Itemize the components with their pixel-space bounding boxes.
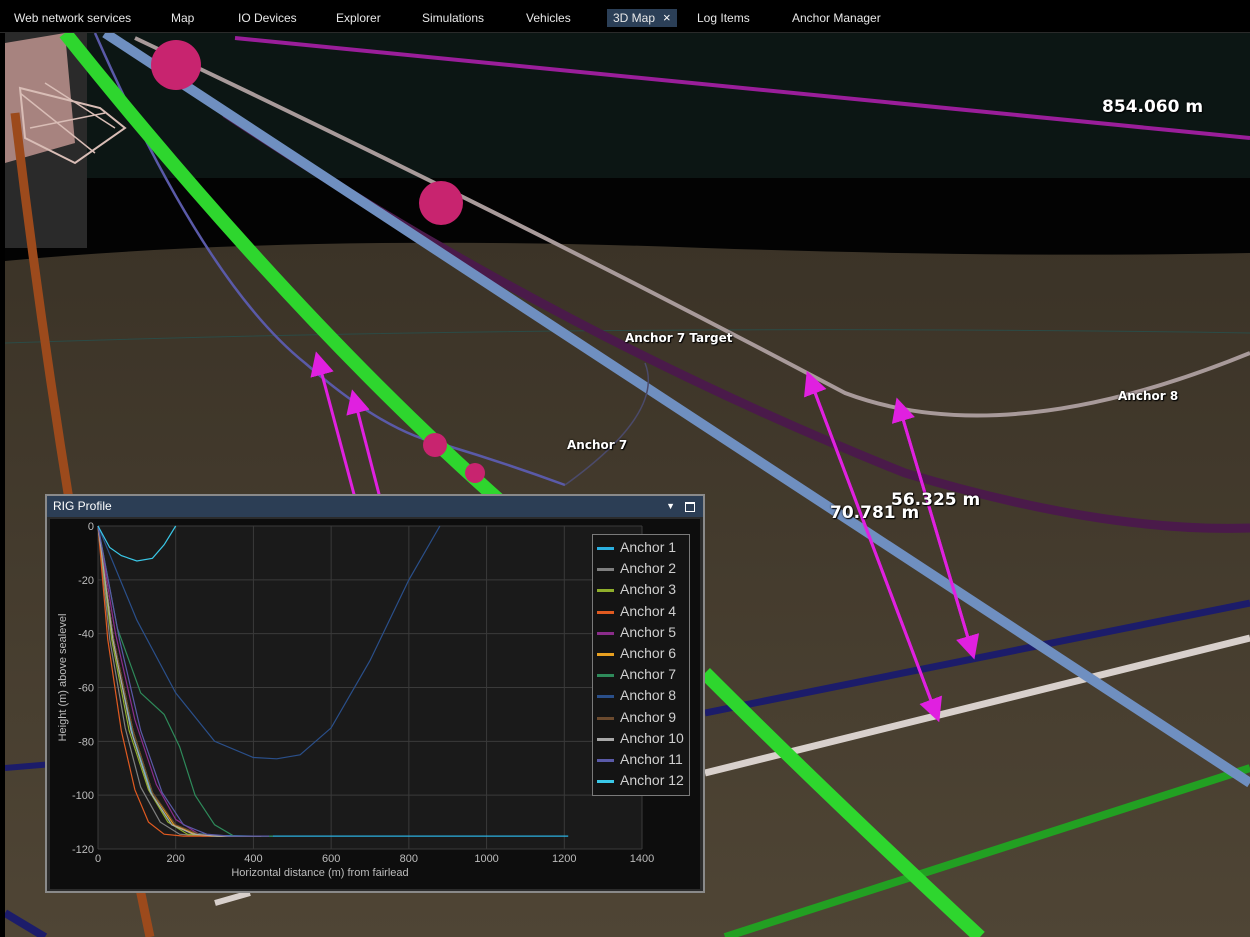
tab-label: Anchor Manager — [792, 11, 881, 25]
legend-label: Anchor 9 — [620, 708, 677, 725]
legend-item: Anchor 3 — [593, 579, 689, 600]
legend-swatch — [597, 674, 614, 678]
panel-titlebar[interactable]: RIG Profile ▼ — [47, 496, 703, 517]
x-tick-label: 800 — [400, 853, 418, 865]
y-tick-label: 0 — [88, 521, 94, 533]
tab-simulations[interactable]: Simulations — [422, 8, 484, 28]
legend-label: Anchor 3 — [620, 581, 677, 598]
rig-profile-panel[interactable]: RIG Profile ▼ 0 200 400 600 800 1000 1200 1400 0… — [45, 494, 705, 893]
y-tick-label: -60 — [78, 683, 94, 695]
x-tick-label: 200 — [167, 853, 185, 865]
anchor-label: Anchor 7 Target — [625, 331, 733, 345]
legend-label: Anchor 10 — [620, 729, 684, 746]
legend-swatch — [597, 780, 614, 784]
legend-item: Anchor 4 — [593, 601, 689, 622]
legend-label: Anchor 12 — [620, 772, 684, 789]
legend-swatch — [597, 568, 614, 572]
tab-map[interactable]: Map — [171, 8, 194, 28]
anchor-label: Anchor 7 — [567, 438, 628, 452]
distance-label: 854.060 m — [1102, 97, 1204, 117]
chart-legend: Anchor 1 Anchor 2 Anchor 3 Anchor 4 Anchor 5… — [592, 534, 690, 796]
legend-item: Anchor 2 — [593, 558, 689, 579]
tab-label: Map — [171, 11, 195, 25]
y-tick-label: -100 — [72, 790, 94, 802]
tab-label: 3D Map — [613, 11, 656, 25]
x-tick-label: 0 — [95, 853, 101, 865]
tab-label: Web network services — [14, 11, 132, 25]
legend-swatch — [597, 547, 614, 550]
tab-label: Explorer — [336, 11, 381, 25]
legend-swatch — [597, 631, 614, 635]
close-icon[interactable]: × — [663, 9, 671, 27]
x-tick-label: 1400 — [630, 853, 654, 865]
buoy — [465, 463, 485, 483]
y-tick-label: -120 — [72, 844, 94, 856]
legend-swatch — [597, 758, 614, 762]
x-tick-label: 400 — [244, 853, 262, 865]
legend-swatch — [597, 716, 614, 720]
y-tick-label: -20 — [78, 575, 94, 587]
y-axis-label: Height (m) above sealevel — [57, 614, 69, 742]
y-tick-label: -80 — [78, 736, 94, 748]
tab-log-items[interactable]: Log Items — [697, 8, 750, 28]
x-axis-label: Horizontal distance (m) from fairlead — [231, 867, 408, 879]
tab-io-devices[interactable]: IO Devices — [238, 8, 297, 28]
legend-item: Anchor 12 — [593, 770, 689, 791]
legend-label: Anchor 6 — [620, 644, 677, 661]
legend-item: Anchor 5 — [593, 622, 689, 643]
legend-label: Anchor 7 — [620, 666, 677, 683]
legend-swatch — [597, 652, 614, 656]
maximize-icon[interactable] — [685, 502, 695, 512]
x-tick-label: 1200 — [552, 853, 576, 865]
buoy — [423, 433, 447, 457]
tab-label: Log Items — [697, 11, 750, 25]
legend-label: Anchor 4 — [620, 602, 677, 619]
tab-bar: Web network services Map IO Devices Expl… — [0, 0, 1250, 33]
tab-explorer[interactable]: Explorer — [336, 8, 381, 28]
x-tick-label: 1000 — [474, 853, 498, 865]
distance-label: 56.325 m — [891, 490, 981, 510]
legend-item: Anchor 1 — [593, 537, 689, 558]
legend-label: Anchor 2 — [620, 560, 677, 577]
chevron-down-icon[interactable]: ▼ — [666, 496, 675, 517]
legend-label: Anchor 8 — [620, 687, 677, 704]
legend-label: Anchor 5 — [620, 623, 677, 640]
tab-web-network-services[interactable]: Web network services — [14, 8, 131, 28]
legend-item: Anchor 6 — [593, 643, 689, 664]
tab-label: Simulations — [422, 11, 485, 25]
legend-label: Anchor 11 — [620, 750, 683, 767]
tab-anchor-manager[interactable]: Anchor Manager — [792, 8, 881, 28]
tab-vehicles[interactable]: Vehicles — [526, 8, 571, 28]
buoy — [419, 181, 463, 225]
legend-item: Anchor 7 — [593, 664, 689, 685]
tab-3d-map[interactable]: 3D Map × — [607, 9, 677, 27]
legend-swatch — [597, 737, 614, 741]
legend-item: Anchor 11 — [593, 749, 689, 770]
anchor-label: Anchor 8 — [1118, 389, 1179, 403]
legend-swatch — [597, 589, 614, 593]
tab-label: Vehicles — [526, 11, 571, 25]
legend-swatch — [597, 695, 614, 699]
buoy — [151, 40, 201, 90]
legend-item: Anchor 9 — [593, 707, 689, 728]
legend-item: Anchor 10 — [593, 728, 689, 749]
legend-label: Anchor 1 — [620, 539, 677, 555]
legend-item: Anchor 8 — [593, 685, 689, 706]
tab-label: IO Devices — [238, 11, 297, 25]
legend-swatch — [597, 610, 614, 614]
panel-title: RIG Profile — [53, 499, 112, 513]
y-tick-label: -40 — [78, 629, 94, 641]
x-tick-label: 600 — [322, 853, 340, 865]
chart-area: 0 200 400 600 800 1000 1200 1400 0 -20 -40 -60 -80 -1… — [50, 519, 700, 889]
